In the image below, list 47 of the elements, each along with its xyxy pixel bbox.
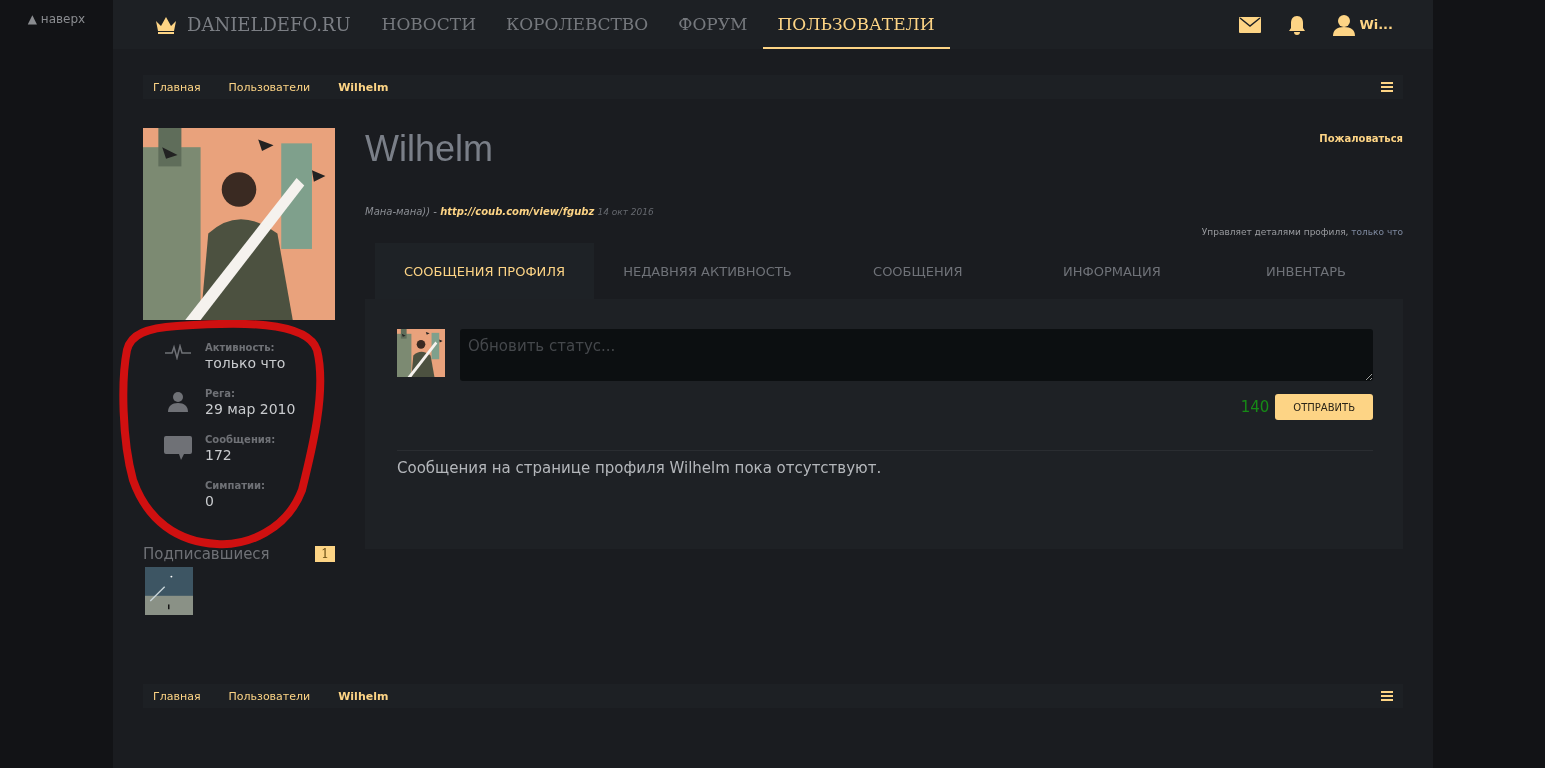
nav-link[interactable]: КОРОЛЕВСТВО	[490, 0, 664, 49]
breadcrumb-link[interactable]: Главная	[153, 80, 229, 94]
stat-value: 172	[205, 447, 233, 463]
person-icon	[167, 390, 189, 412]
nav-link[interactable]: ФОРУМ	[663, 0, 763, 49]
stat-value: 0	[205, 493, 215, 509]
nav-link[interactable]: ПОЛЬЗОВАТЕЛИ	[762, 0, 950, 49]
bell-icon[interactable]	[1287, 14, 1308, 35]
profile-tab[interactable]: ИНВЕНТАРЬ	[1208, 243, 1403, 299]
stat-value: 29 мар 2010	[205, 401, 296, 417]
report-link[interactable]: Пожаловаться	[1319, 133, 1403, 144]
send-button[interactable]: ОТПРАВИТЬ	[1275, 394, 1373, 420]
stat-label: Рега:	[205, 388, 237, 399]
pulse-icon	[165, 344, 191, 360]
profile-tab[interactable]: НЕДАВНЯЯ АКТИВНОСТЬ	[594, 243, 821, 299]
count-badge: 1	[315, 546, 335, 562]
brand-name: DANIELDEFO.RU	[187, 14, 351, 35]
back-to-top-link[interactable]: ▲ наверх	[27, 12, 86, 28]
profile-tab[interactable]: СООБЩЕНИЯ ПРОФИЛЯ	[375, 243, 595, 299]
stat-value: только что	[205, 355, 286, 371]
status-message: Мана-мана)) - http://coub.com/view/fgubz 14 окт 2016	[365, 206, 655, 217]
stat-label: Активность:	[205, 342, 276, 353]
breadcrumb-link[interactable]: Пользователи	[228, 689, 339, 703]
menu-icon[interactable]	[1381, 691, 1393, 701]
managed-note: Управляет деталями профиля, только что	[1201, 227, 1403, 237]
profile-name: Wilhelm	[365, 128, 493, 170]
breadcrumb-link[interactable]: Wilhelm	[338, 80, 417, 94]
stat-label: Сообщения:	[205, 434, 276, 445]
stat-label: Симпатии:	[205, 480, 265, 491]
profile-tab[interactable]: СООБЩЕНИЯ	[820, 243, 1015, 299]
breadcrumb-link[interactable]: Пользователи	[228, 80, 339, 94]
nav-link[interactable]: НОВОСТИ	[366, 0, 491, 49]
char-counter: 140	[1240, 398, 1270, 416]
breadcrumb-link[interactable]: Главная	[153, 689, 229, 703]
status-input[interactable]: Обновить статус...	[460, 329, 1373, 381]
user-menu[interactable]: Wi...	[1333, 13, 1393, 36]
crown-icon	[155, 15, 177, 34]
brand-logo[interactable]: DANIELDEFO.RU	[155, 0, 351, 49]
status-link[interactable]: http://coub.com/view/fgubz	[440, 206, 595, 217]
breadcrumb-link[interactable]: Wilhelm	[338, 689, 417, 703]
mail-icon[interactable]	[1239, 16, 1262, 33]
followers-title: Подписавшиеся	[143, 545, 270, 563]
speech-bubble-icon	[164, 436, 192, 460]
empty-message: Сообщения на странице профиля Wilhelm пока отсутствуют.	[397, 450, 1373, 477]
profile-tab[interactable]: ИНФОРМАЦИЯ	[1014, 243, 1209, 299]
user-icon	[1333, 13, 1356, 36]
menu-icon[interactable]	[1381, 82, 1393, 92]
